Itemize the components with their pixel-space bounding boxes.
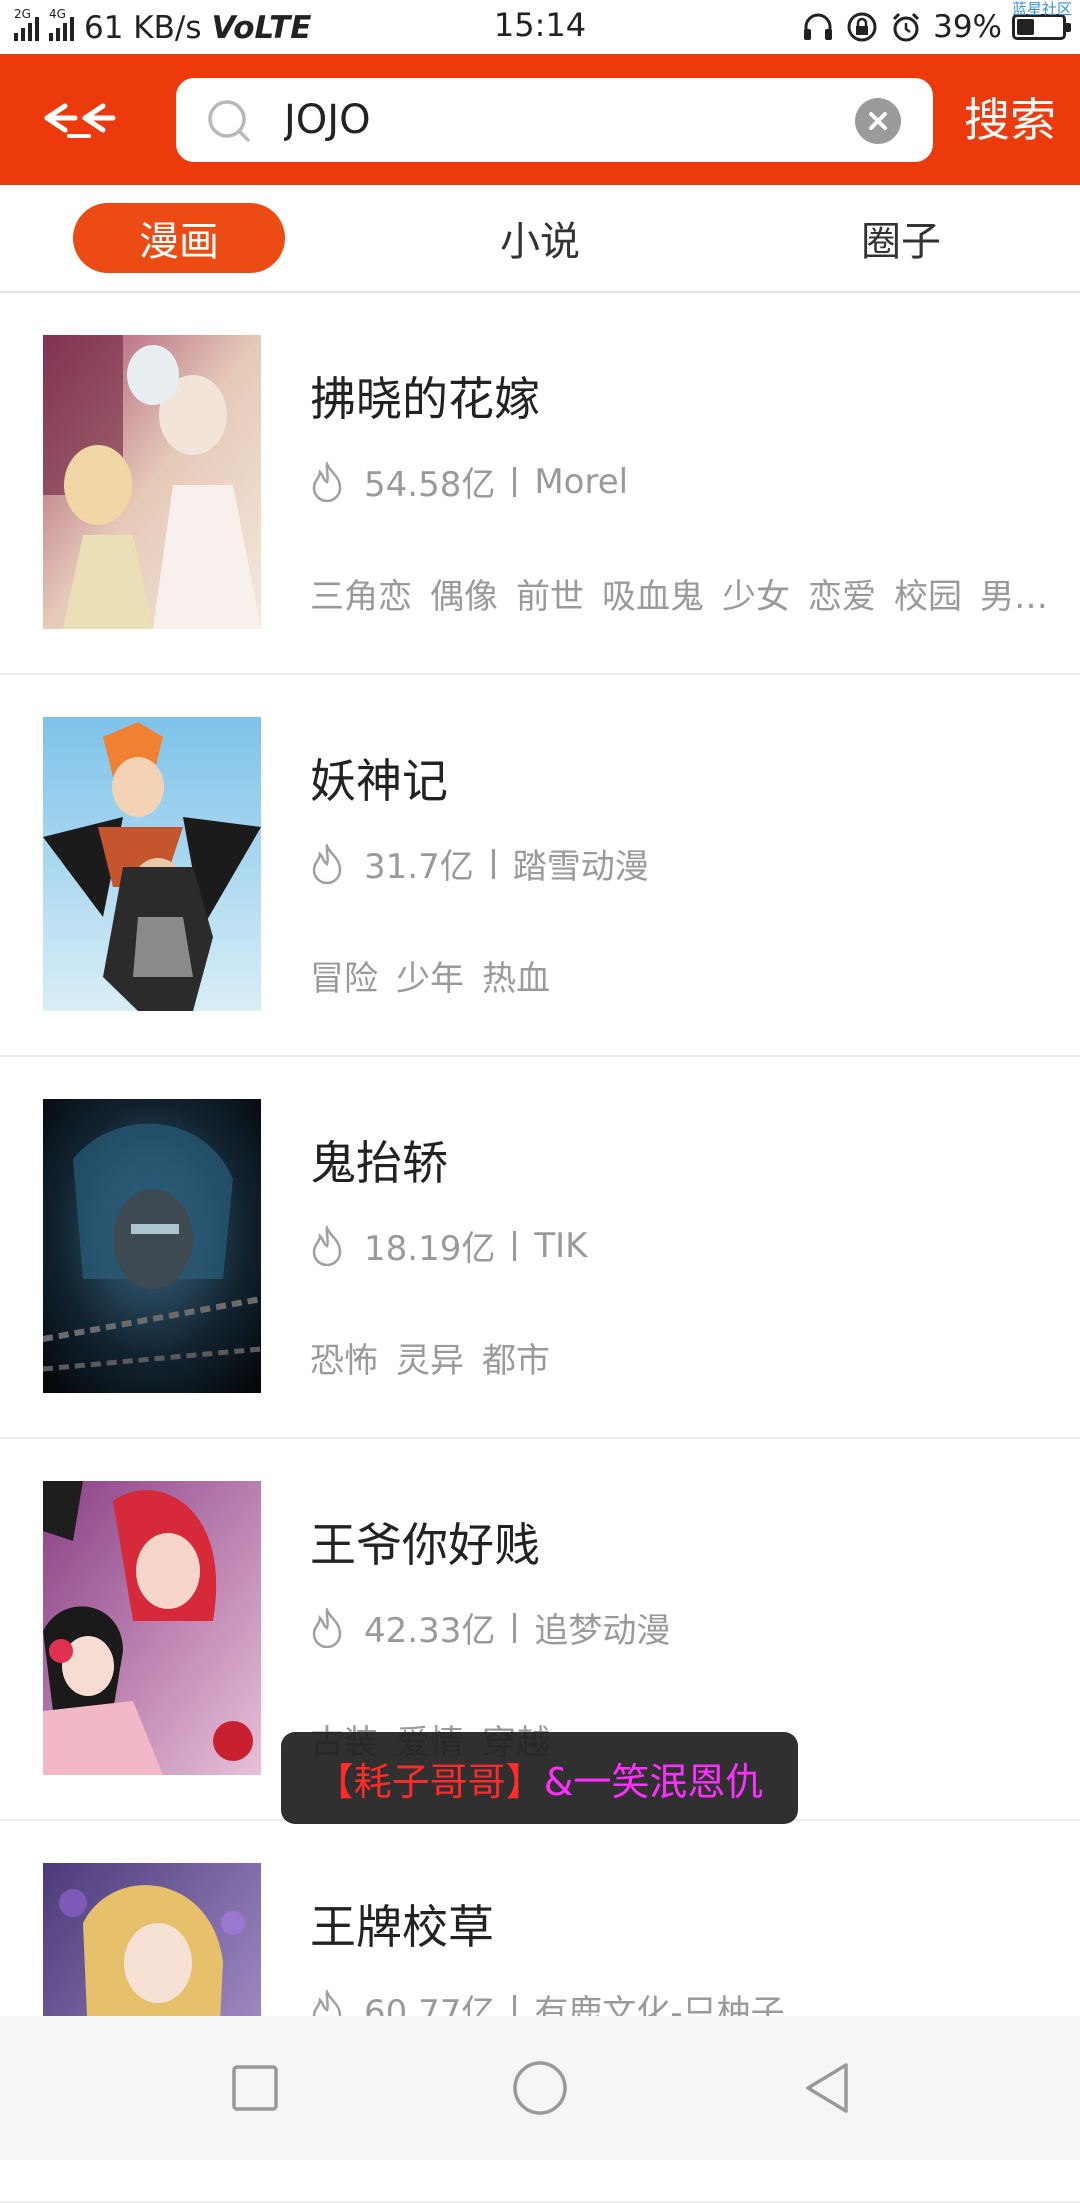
cover-image [43, 717, 261, 1011]
author-name: TIK [534, 1225, 588, 1266]
tag: 热血 [482, 959, 550, 999]
tag-list: 冒险 少年 热血 [310, 951, 1055, 1000]
heat-count: 31.7亿 [364, 847, 474, 887]
cover-image [43, 335, 261, 629]
comic-title: 拂晓的花嫁 [310, 372, 540, 426]
rotation-lock-icon [845, 10, 879, 44]
tag: 三角恋 [310, 577, 412, 617]
status-bar: 2G 4G 61 KB/s VoLTE 15:14 39% 蓝星社区 [0, 0, 1080, 54]
comic-meta: 54.58亿 Morel [310, 457, 628, 506]
recent-apps-button[interactable] [223, 2056, 287, 2120]
comic-title: 王牌校草 [310, 1900, 494, 1954]
flame-icon [312, 461, 342, 502]
tag-list: 三角恋 偶像 前世 吸血鬼 少女 恋爱 校园 男... [310, 569, 1055, 618]
cover-image [43, 1099, 261, 1393]
tag: 校园 [894, 577, 962, 617]
comic-meta: 18.19亿 TIK [310, 1221, 587, 1270]
list-item[interactable]: 拂晓的花嫁 54.58亿 Morel 三角恋 偶像 前世 吸血鬼 少女 恋爱 校园 男... [0, 293, 1080, 675]
tag: 前世 [516, 577, 584, 617]
list-item[interactable]: 妖神记 31.7亿 踏雪动漫 冒险 少年 热血 [0, 675, 1080, 1057]
category-tabs: 漫画 小说 圈子 [0, 185, 1080, 293]
battery-percent: 39% [933, 9, 1002, 45]
toast-part-2: &一笑泯恩仇 [543, 1759, 764, 1804]
home-button[interactable] [508, 2056, 572, 2120]
search-header: 搜索 [0, 54, 1080, 185]
separator [491, 848, 495, 879]
result-list: 拂晓的花嫁 54.58亿 Morel 三角恋 偶像 前世 吸血鬼 少女 恋爱 校园 男... … [0, 293, 1080, 2203]
search-button[interactable]: 搜索 [964, 84, 1056, 150]
search-icon [208, 100, 250, 142]
tag: 吸血鬼 [602, 577, 704, 617]
comic-title: 鬼抬轿 [310, 1136, 448, 1190]
comic-title: 王爷你好贱 [310, 1518, 540, 1572]
separator [513, 466, 517, 497]
heat-count: 18.19亿 [364, 1229, 496, 1269]
tab-comics[interactable]: 漫画 [73, 203, 285, 273]
headphones-icon [801, 10, 835, 44]
circle-icon [513, 2061, 567, 2115]
square-icon [232, 2065, 278, 2111]
tag: 冒险 [310, 959, 378, 999]
back-nav-button[interactable] [795, 2056, 859, 2120]
list-item[interactable]: 鬼抬轿 18.19亿 TIK 恐怖 灵异 都市 [0, 1057, 1080, 1439]
tag: 偶像 [430, 577, 498, 617]
comic-meta: 42.33亿 追梦动漫 [310, 1603, 670, 1652]
search-box[interactable] [176, 78, 933, 162]
back-arrow-icon [44, 103, 116, 138]
tag: 少女 [722, 577, 790, 617]
flame-icon [312, 1225, 342, 1266]
author-name: Morel [534, 461, 629, 502]
clear-button[interactable] [855, 98, 901, 144]
tab-novels[interactable]: 小说 [434, 203, 646, 273]
tag: 灵异 [396, 1341, 464, 1381]
author-name: 追梦动漫 [534, 1611, 671, 1651]
tag: 恐怖 [310, 1341, 378, 1381]
separator [513, 1230, 517, 1261]
tag: 都市 [482, 1341, 550, 1381]
tag-list: 恐怖 灵异 都市 [310, 1333, 1055, 1382]
cover-image [43, 1481, 261, 1775]
tag: 少年 [396, 959, 464, 999]
toast-message: 【耗子哥哥】 &一笑泯恩仇 [281, 1732, 798, 1824]
triangle-back-icon [806, 2063, 848, 2113]
clear-icon [869, 112, 887, 130]
comic-title: 妖神记 [310, 754, 448, 808]
system-nav-bar [0, 2016, 1080, 2160]
separator [513, 1612, 517, 1643]
flame-icon [312, 843, 342, 884]
tag: 男... [980, 577, 1047, 617]
toast-part-1: 【耗子哥哥】 [315, 1759, 544, 1804]
battery-fill [1017, 19, 1035, 35]
tag: 恋爱 [808, 577, 876, 617]
flame-icon [312, 1607, 342, 1648]
author-name: 踏雪动漫 [512, 847, 649, 887]
alarm-icon [889, 10, 923, 44]
comic-meta: 31.7亿 踏雪动漫 [310, 839, 649, 888]
watermark: 蓝星社区 [1011, 0, 1072, 18]
heat-count: 42.33亿 [364, 1611, 496, 1651]
back-button[interactable] [36, 90, 122, 150]
tab-circles[interactable]: 圈子 [795, 203, 1007, 273]
heat-count: 54.58亿 [364, 465, 496, 505]
search-input[interactable] [284, 91, 804, 149]
